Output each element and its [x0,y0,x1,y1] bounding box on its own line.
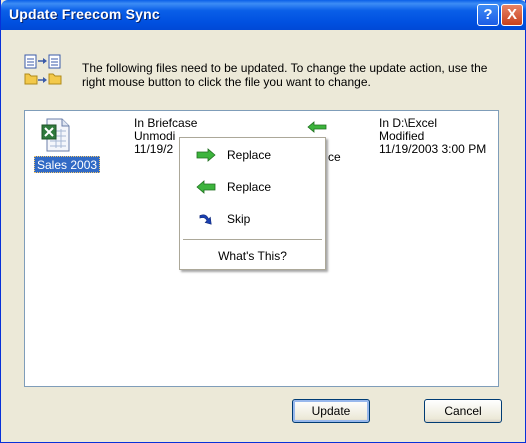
menu-item-label: Skip [227,212,251,226]
menu-item-label: What's This? [218,249,287,263]
skip-arrow-icon [199,214,212,225]
update-files-icon [24,54,62,85]
help-button[interactable]: ? [477,4,499,26]
file-name[interactable]: Sales 2003 [34,156,101,173]
menu-separator [183,239,322,240]
menu-item-whats-this[interactable]: What's This? [180,244,325,268]
menu-item-label: Replace [227,180,272,194]
instruction-text: The following files need to be updated. … [82,61,488,89]
cancel-button[interactable]: Cancel [424,399,502,423]
menu-item-label: Replace [227,148,272,162]
menu-item-replace-left[interactable]: Replace [180,175,325,199]
arrow-left-icon [307,121,327,133]
update-button[interactable]: Update [292,399,370,423]
source-info: In D:\Excel Modified 11/19/2003 3:00 PM [379,117,486,156]
menu-item-replace-right[interactable]: Replace [180,143,325,167]
menu-item-skip[interactable]: Skip [180,207,325,231]
source-date: 11/19/2003 3:00 PM [379,142,487,156]
arrow-right-icon [196,148,216,162]
context-menu: Replace Replace Skip What's This? [179,137,326,270]
title-bar[interactable]: Update Freecom Sync ? X [1,0,526,30]
window-title: Update Freecom Sync [9,6,160,22]
close-button[interactable]: X [501,4,523,26]
obscured-text: ce [328,150,341,164]
excel-file-icon[interactable] [41,117,71,153]
update-dialog: Update Freecom Sync ? X The following fi… [0,0,526,443]
arrow-left-icon [196,180,216,194]
